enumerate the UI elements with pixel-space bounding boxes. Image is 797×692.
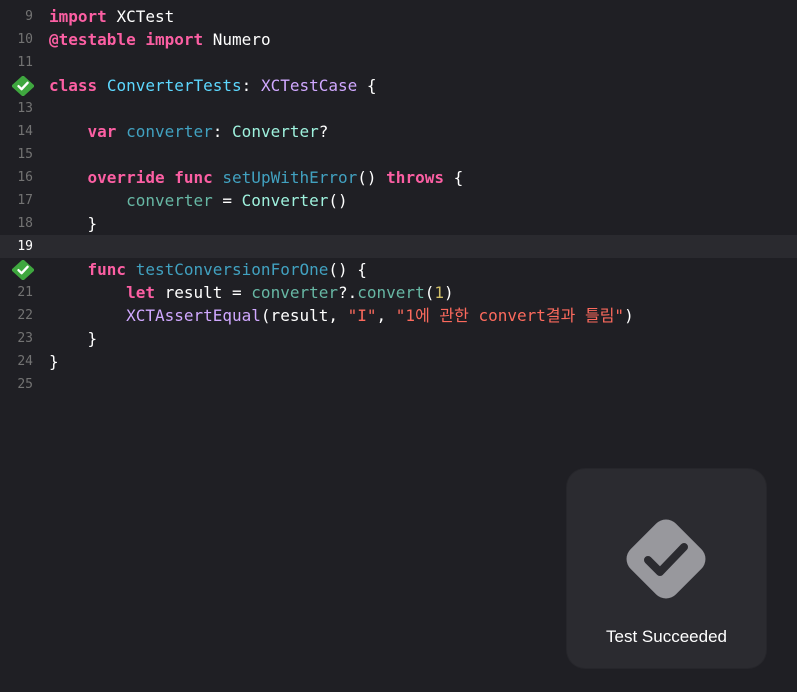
current-code-line[interactable]: 19: [0, 235, 797, 258]
code-text: let result = converter?.convert(1): [126, 283, 454, 302]
code-line[interactable]: 14 var converter: Converter?: [0, 120, 797, 143]
code-text: converter = Converter(): [126, 191, 348, 210]
line-number[interactable]: 13: [0, 97, 33, 120]
code-line[interactable]: 9 import XCTest: [0, 5, 797, 28]
code-line[interactable]: 22 XCTAssertEqual(result, "I", "1에 관한 co…: [0, 304, 797, 327]
line-number[interactable]: 10: [0, 28, 33, 51]
line-number[interactable]: 14: [0, 120, 33, 143]
line-number[interactable]: 21: [0, 281, 33, 304]
line-number[interactable]: 16: [0, 166, 33, 189]
line-number[interactable]: 9: [0, 5, 33, 28]
code-line[interactable]: 16 override func setUpWithError() throws…: [0, 166, 797, 189]
code-text: var converter: Converter?: [87, 122, 329, 141]
checkmark-diamond-icon: [626, 519, 706, 599]
code-line[interactable]: 25: [0, 373, 797, 396]
code-line[interactable]: 15: [0, 143, 797, 166]
line-number[interactable]: 24: [0, 350, 33, 373]
code-text: import XCTest: [49, 7, 175, 26]
source-editor[interactable]: 9 import XCTest 10 @testable import Nume…: [0, 0, 797, 692]
test-passed-diamond-icon[interactable]: [12, 260, 34, 280]
line-number[interactable]: 25: [0, 373, 33, 396]
line-number[interactable]: 18: [0, 212, 33, 235]
line-number[interactable]: 22: [0, 304, 33, 327]
line-number[interactable]: 15: [0, 143, 33, 166]
code-line[interactable]: 17 converter = Converter(): [0, 189, 797, 212]
code-line[interactable]: 11: [0, 51, 797, 74]
code-text: }: [49, 329, 98, 348]
test-passed-diamond-icon[interactable]: [12, 76, 34, 96]
code-text: XCTAssertEqual(result, "I", "1에 관한 conve…: [126, 306, 634, 325]
code-line[interactable]: 18 }: [0, 212, 797, 235]
code-line[interactable]: 13: [0, 97, 797, 120]
test-result-hud: Test Succeeded: [567, 469, 766, 668]
code-text: }: [49, 352, 59, 371]
code-text: class ConverterTests: XCTestCase {: [49, 76, 377, 95]
code-line[interactable]: 24 }: [0, 350, 797, 373]
hud-label: Test Succeeded: [606, 627, 727, 646]
code-text: override func setUpWithError() throws {: [87, 168, 464, 187]
line-number[interactable]: 17: [0, 189, 33, 212]
code-text: @testable import Numero: [49, 30, 271, 49]
code-line[interactable]: 23 }: [0, 327, 797, 350]
code-text: }: [49, 214, 98, 233]
line-number[interactable]: 19: [0, 235, 33, 258]
code-line[interactable]: 10 @testable import Numero: [0, 28, 797, 51]
code-line[interactable]: class ConverterTests: XCTestCase {: [0, 74, 797, 97]
code-text: func testConversionForOne() {: [87, 260, 367, 279]
code-line[interactable]: 21 let result = converter?.convert(1): [0, 281, 797, 304]
line-number[interactable]: 11: [0, 51, 33, 74]
line-number[interactable]: 23: [0, 327, 33, 350]
code-line[interactable]: func testConversionForOne() {: [0, 258, 797, 281]
